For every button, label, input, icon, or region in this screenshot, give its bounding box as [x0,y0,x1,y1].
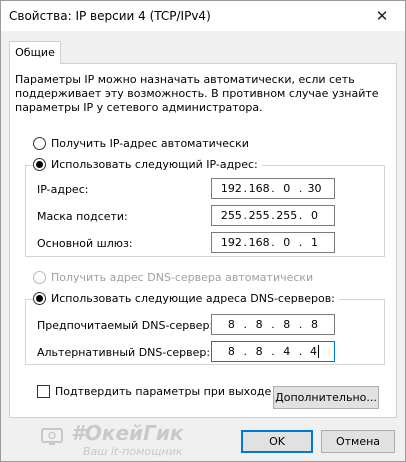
alternate-dns-field[interactable]: 8. 8. 4. 4 [211,341,335,362]
description-text: Параметры IP можно назначать автоматичес… [15,73,379,114]
ip-address-field[interactable]: 192. 168. 0. 30 [211,178,335,199]
tab-general[interactable]: Общие [9,41,61,64]
ok-button[interactable]: OK [241,430,313,453]
subnet-mask-label: Маска подсети: [37,210,128,223]
ip-octet: 30 [307,182,322,195]
checkbox-icon [37,385,50,398]
mask-octet: 255 [248,209,270,222]
mask-octet: 0 [310,209,318,222]
ip-octet: 0 [283,182,291,195]
watermark-title: #ОкейГик [71,421,184,445]
gateway-octet: 168 [248,236,270,249]
ip-manual-label: Использовать следующий IP-адрес: [51,158,258,171]
ip-address-label: IP-адрес: [37,183,89,196]
dns-octet: 8 [255,318,263,331]
radio-selected-icon [33,292,46,305]
dns-auto-radio[interactable]: Получить адрес DNS-сервера автоматически [33,271,318,284]
text-caret [317,345,319,359]
gateway-field[interactable]: 192. 168. 0. 1 [211,232,335,253]
watermark-subtitle: Ваш it-помощник [83,445,183,458]
radio-icon [33,271,46,284]
ip-octet: 168 [248,182,270,195]
preferred-dns-label: Предпочитаемый DNS-сервер: [37,319,214,332]
cancel-button[interactable]: Отмена [321,430,395,453]
dns-octet: 8 [255,345,263,358]
dns-octet: 4 [309,344,319,359]
close-icon: ✕ [375,7,389,25]
alternate-dns-label: Альтернативный DNS-сервер: [37,346,211,359]
subnet-mask-field[interactable]: 255. 255. 255. 0 [211,205,335,226]
dns-manual-radio[interactable]: Использовать следующие адреса DNS-сервер… [33,292,339,305]
dns-octet: 8 [310,318,318,331]
gateway-octet: 1 [310,236,318,249]
dns-octet: 8 [283,318,291,331]
ip-auto-radio[interactable]: Получить IP-адрес автоматически [33,137,253,150]
dns-octet: 8 [227,345,235,358]
validate-on-exit-checkbox[interactable]: Подтвердить параметры при выходе [37,385,271,398]
mask-octet: 255 [220,209,242,222]
gateway-label: Основной шлюз: [37,237,133,250]
ip-octet: 192 [220,182,242,195]
watermark-logo-icon [41,428,63,445]
gateway-octet: 0 [283,236,291,249]
radio-selected-icon [33,158,46,171]
dns-manual-label: Использовать следующие адреса DNS-сервер… [51,292,335,305]
window-title: Свойства: IP версии 4 (TCP/IPv4) [9,9,211,23]
gateway-octet: 192 [220,236,242,249]
ip-auto-label: Получить IP-адрес автоматически [51,137,249,150]
dns-auto-label: Получить адрес DNS-сервера автоматически [51,271,314,284]
dialog-window: Свойства: IP версии 4 (TCP/IPv4) ✕ Общие… [0,0,406,462]
dns-octet: 4 [283,345,291,358]
watermark: #ОкейГик Ваш it-помощник [41,419,231,461]
radio-icon [33,137,46,150]
mask-octet: 255 [276,209,298,222]
close-button[interactable]: ✕ [359,1,405,31]
title-bar: Свойства: IP версии 4 (TCP/IPv4) ✕ [1,1,405,31]
validate-on-exit-label: Подтвердить параметры при выходе [55,385,272,398]
dns-octet: 8 [227,318,235,331]
advanced-button[interactable]: Дополнительно... [273,386,379,409]
ip-manual-radio[interactable]: Использовать следующий IP-адрес: [33,158,262,171]
preferred-dns-field[interactable]: 8. 8. 8. 8 [211,314,335,335]
